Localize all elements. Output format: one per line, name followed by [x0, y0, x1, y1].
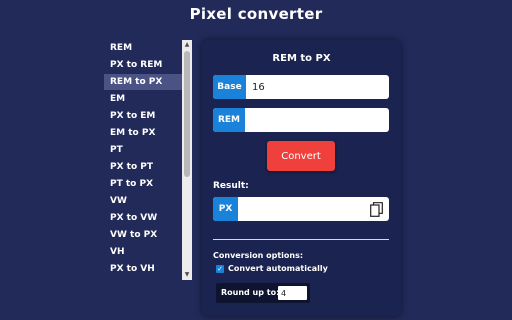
sidebar-item-em[interactable]: EM [104, 91, 182, 107]
converter-list: REM PX to REM REM to PX EM PX to EM EM t… [104, 40, 192, 280]
round-up-control: Round up to: [216, 283, 310, 303]
convert-automatically-label[interactable]: Convert automatically [228, 264, 328, 273]
sidebar-item-rem-to-px[interactable]: REM to PX [104, 74, 182, 90]
sidebar-item-vh[interactable]: VH [104, 244, 182, 260]
converter-list-items: REM PX to REM REM to PX EM PX to EM EM t… [104, 40, 182, 280]
sidebar-item-px-to-vh[interactable]: PX to VH [104, 261, 182, 277]
sidebar-item-vw[interactable]: VW [104, 193, 182, 209]
result-label: Result: [213, 181, 249, 191]
sidebar-item-vw-to-px[interactable]: VW to PX [104, 227, 182, 243]
base-tag: Base [213, 75, 246, 99]
sidebar-item-em-to-px[interactable]: EM to PX [104, 125, 182, 141]
sidebar-item-px-to-rem[interactable]: PX to REM [104, 57, 182, 73]
sidebar-item-pt[interactable]: PT [104, 142, 182, 158]
result-field: PX [213, 197, 389, 221]
convert-button[interactable]: Convert [267, 141, 335, 171]
sidebar-item-px-to-pt[interactable]: PX to PT [104, 159, 182, 175]
converter-title: REM to PX [272, 53, 331, 64]
sidebar-item-pt-to-px[interactable]: PT to PX [104, 176, 182, 192]
base-input[interactable] [246, 75, 389, 99]
sidebar-scrollbar[interactable]: ▲ ▼ [182, 40, 192, 280]
round-up-input[interactable] [278, 286, 307, 300]
sidebar-item-rem[interactable]: REM [104, 40, 182, 56]
rem-input[interactable] [245, 108, 389, 132]
app-title: Pixel converter [189, 5, 323, 23]
rem-tag: REM [213, 108, 245, 132]
base-field: Base [213, 75, 389, 99]
divider [213, 239, 389, 240]
sidebar-item-px-to-em[interactable]: PX to EM [104, 108, 182, 124]
px-tag: PX [213, 197, 238, 221]
converter-panel: REM to PX Base REM Convert Result: PX Co… [202, 40, 401, 316]
scrollbar-thumb[interactable] [184, 51, 190, 177]
copy-icon[interactable] [370, 202, 383, 217]
rem-field: REM [213, 108, 389, 132]
result-output[interactable] [238, 197, 365, 221]
round-up-label: Round up to: [221, 288, 280, 297]
scroll-down-arrow-icon[interactable]: ▼ [182, 270, 192, 280]
conversion-options-label: Conversion options: [213, 251, 304, 260]
convert-automatically-checkbox[interactable]: ✓ [216, 265, 224, 273]
checkmark-icon: ✓ [217, 265, 223, 273]
sidebar-item-px-to-vw[interactable]: PX to VW [104, 210, 182, 226]
scroll-up-arrow-icon[interactable]: ▲ [182, 40, 192, 50]
